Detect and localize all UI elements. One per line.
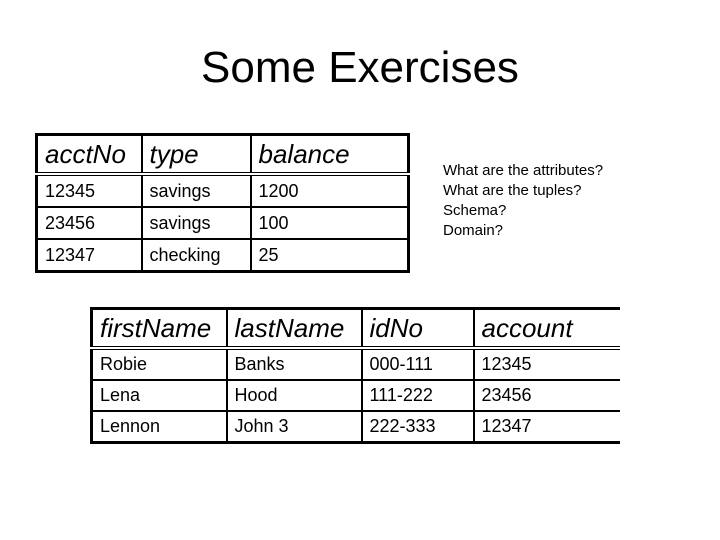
customers-table: firstName lastName idNo account Robie Ba… [90, 307, 620, 444]
table-cell: savings [141, 173, 252, 207]
question: What are the tuples? [443, 182, 582, 199]
exercise-questions: What are the attributes? What are the tu… [443, 161, 603, 241]
table-cell: John 3 [226, 410, 363, 443]
column-header: firstName [91, 308, 228, 350]
column-header: balance [250, 134, 409, 176]
column-header: acctNo [36, 134, 143, 176]
table-cell: Lena [91, 379, 228, 411]
table-cell: 1200 [250, 173, 409, 207]
table-cell: 100 [250, 206, 409, 239]
table-cell: 12345 [36, 173, 143, 207]
table-cell: 12347 [36, 238, 143, 272]
table-cell: 25 [250, 238, 409, 272]
table-cell: 111-222 [361, 379, 475, 411]
question: Schema? [443, 202, 507, 219]
table-cell: 23456 [36, 206, 143, 239]
question: Domain? [443, 222, 504, 239]
table-cell: 12345 [473, 347, 620, 380]
column-header: type [141, 134, 252, 176]
slide-title: Some Exercises [201, 43, 519, 92]
table-row: 12345 savings 1200 [36, 173, 409, 207]
table-cell: Lennon [91, 410, 228, 443]
question: What are the attributes? [443, 162, 604, 179]
table-cell: Banks [226, 347, 363, 380]
column-header: account [473, 308, 620, 350]
table-cell: 12347 [473, 410, 620, 443]
table-row: 12347 checking 25 [36, 238, 409, 272]
column-header: lastName [226, 308, 363, 350]
table-cell: checking [141, 238, 252, 272]
table-row: Robie Banks 000-111 12345 [91, 347, 620, 380]
customers-header-row: firstName lastName idNo account [91, 308, 620, 350]
table-cell: 222-333 [361, 410, 475, 443]
table-row: 23456 savings 100 [36, 206, 409, 239]
table-row: Lennon John 3 222-333 12347 [91, 410, 620, 443]
table-cell: savings [141, 206, 252, 239]
table-cell: 23456 [473, 379, 620, 411]
accounts-header-row: acctNo type balance [36, 134, 409, 176]
column-header: idNo [361, 308, 475, 350]
table-cell: 000-111 [361, 347, 475, 380]
table-cell: Hood [226, 379, 363, 411]
table-row: Lena Hood 111-222 23456 [91, 379, 620, 411]
table-cell: Robie [91, 347, 228, 380]
accounts-table: acctNo type balance 12345 savings 1200 2… [35, 133, 410, 273]
